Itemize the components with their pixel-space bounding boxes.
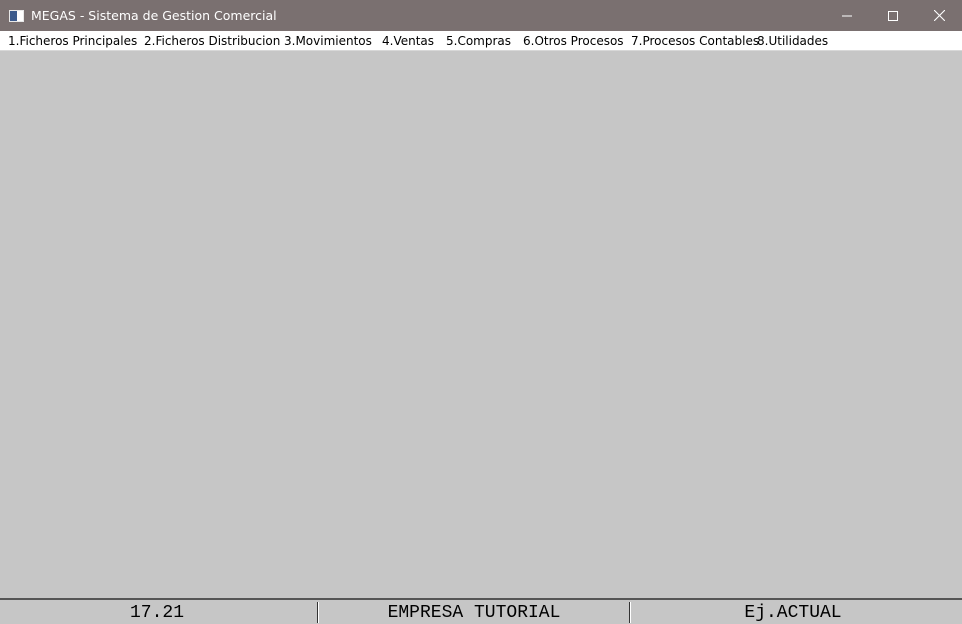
window-controls <box>824 0 962 31</box>
status-company: EMPRESA TUTORIAL <box>387 603 561 623</box>
menu-otros-procesos[interactable]: 6.Otros Procesos <box>523 31 624 51</box>
status-divider <box>629 602 631 623</box>
app-window-icon[interactable] <box>9 9 24 22</box>
main-workspace <box>0 51 962 598</box>
window-title: MEGAS - Sistema de Gestion Comercial <box>31 8 277 23</box>
status-bar: 17.21 EMPRESA TUTORIAL Ej.ACTUAL <box>0 598 962 624</box>
menu-utilidades[interactable]: 8.Utilidades <box>757 31 828 51</box>
menu-compras[interactable]: 5.Compras <box>446 31 511 51</box>
status-exercise: Ej.ACTUAL <box>744 603 842 623</box>
close-button[interactable] <box>916 0 962 31</box>
minimize-icon <box>842 15 852 16</box>
minimize-button[interactable] <box>824 0 870 31</box>
status-version: 17.21 <box>129 603 184 623</box>
close-icon <box>933 10 945 21</box>
menu-bar: 1.Ficheros Principales 2.Ficheros Distri… <box>0 31 962 51</box>
window-titlebar[interactable]: MEGAS - Sistema de Gestion Comercial <box>0 0 962 31</box>
menu-ficheros-principales[interactable]: 1.Ficheros Principales <box>8 31 137 51</box>
status-divider <box>317 602 319 623</box>
menu-ficheros-distribucion[interactable]: 2.Ficheros Distribucion <box>144 31 280 51</box>
menu-movimientos[interactable]: 3.Movimientos <box>284 31 372 51</box>
menu-procesos-contables[interactable]: 7.Procesos Contables <box>631 31 759 51</box>
maximize-icon <box>888 10 898 21</box>
menu-ventas[interactable]: 4.Ventas <box>382 31 434 51</box>
maximize-button[interactable] <box>870 0 916 31</box>
